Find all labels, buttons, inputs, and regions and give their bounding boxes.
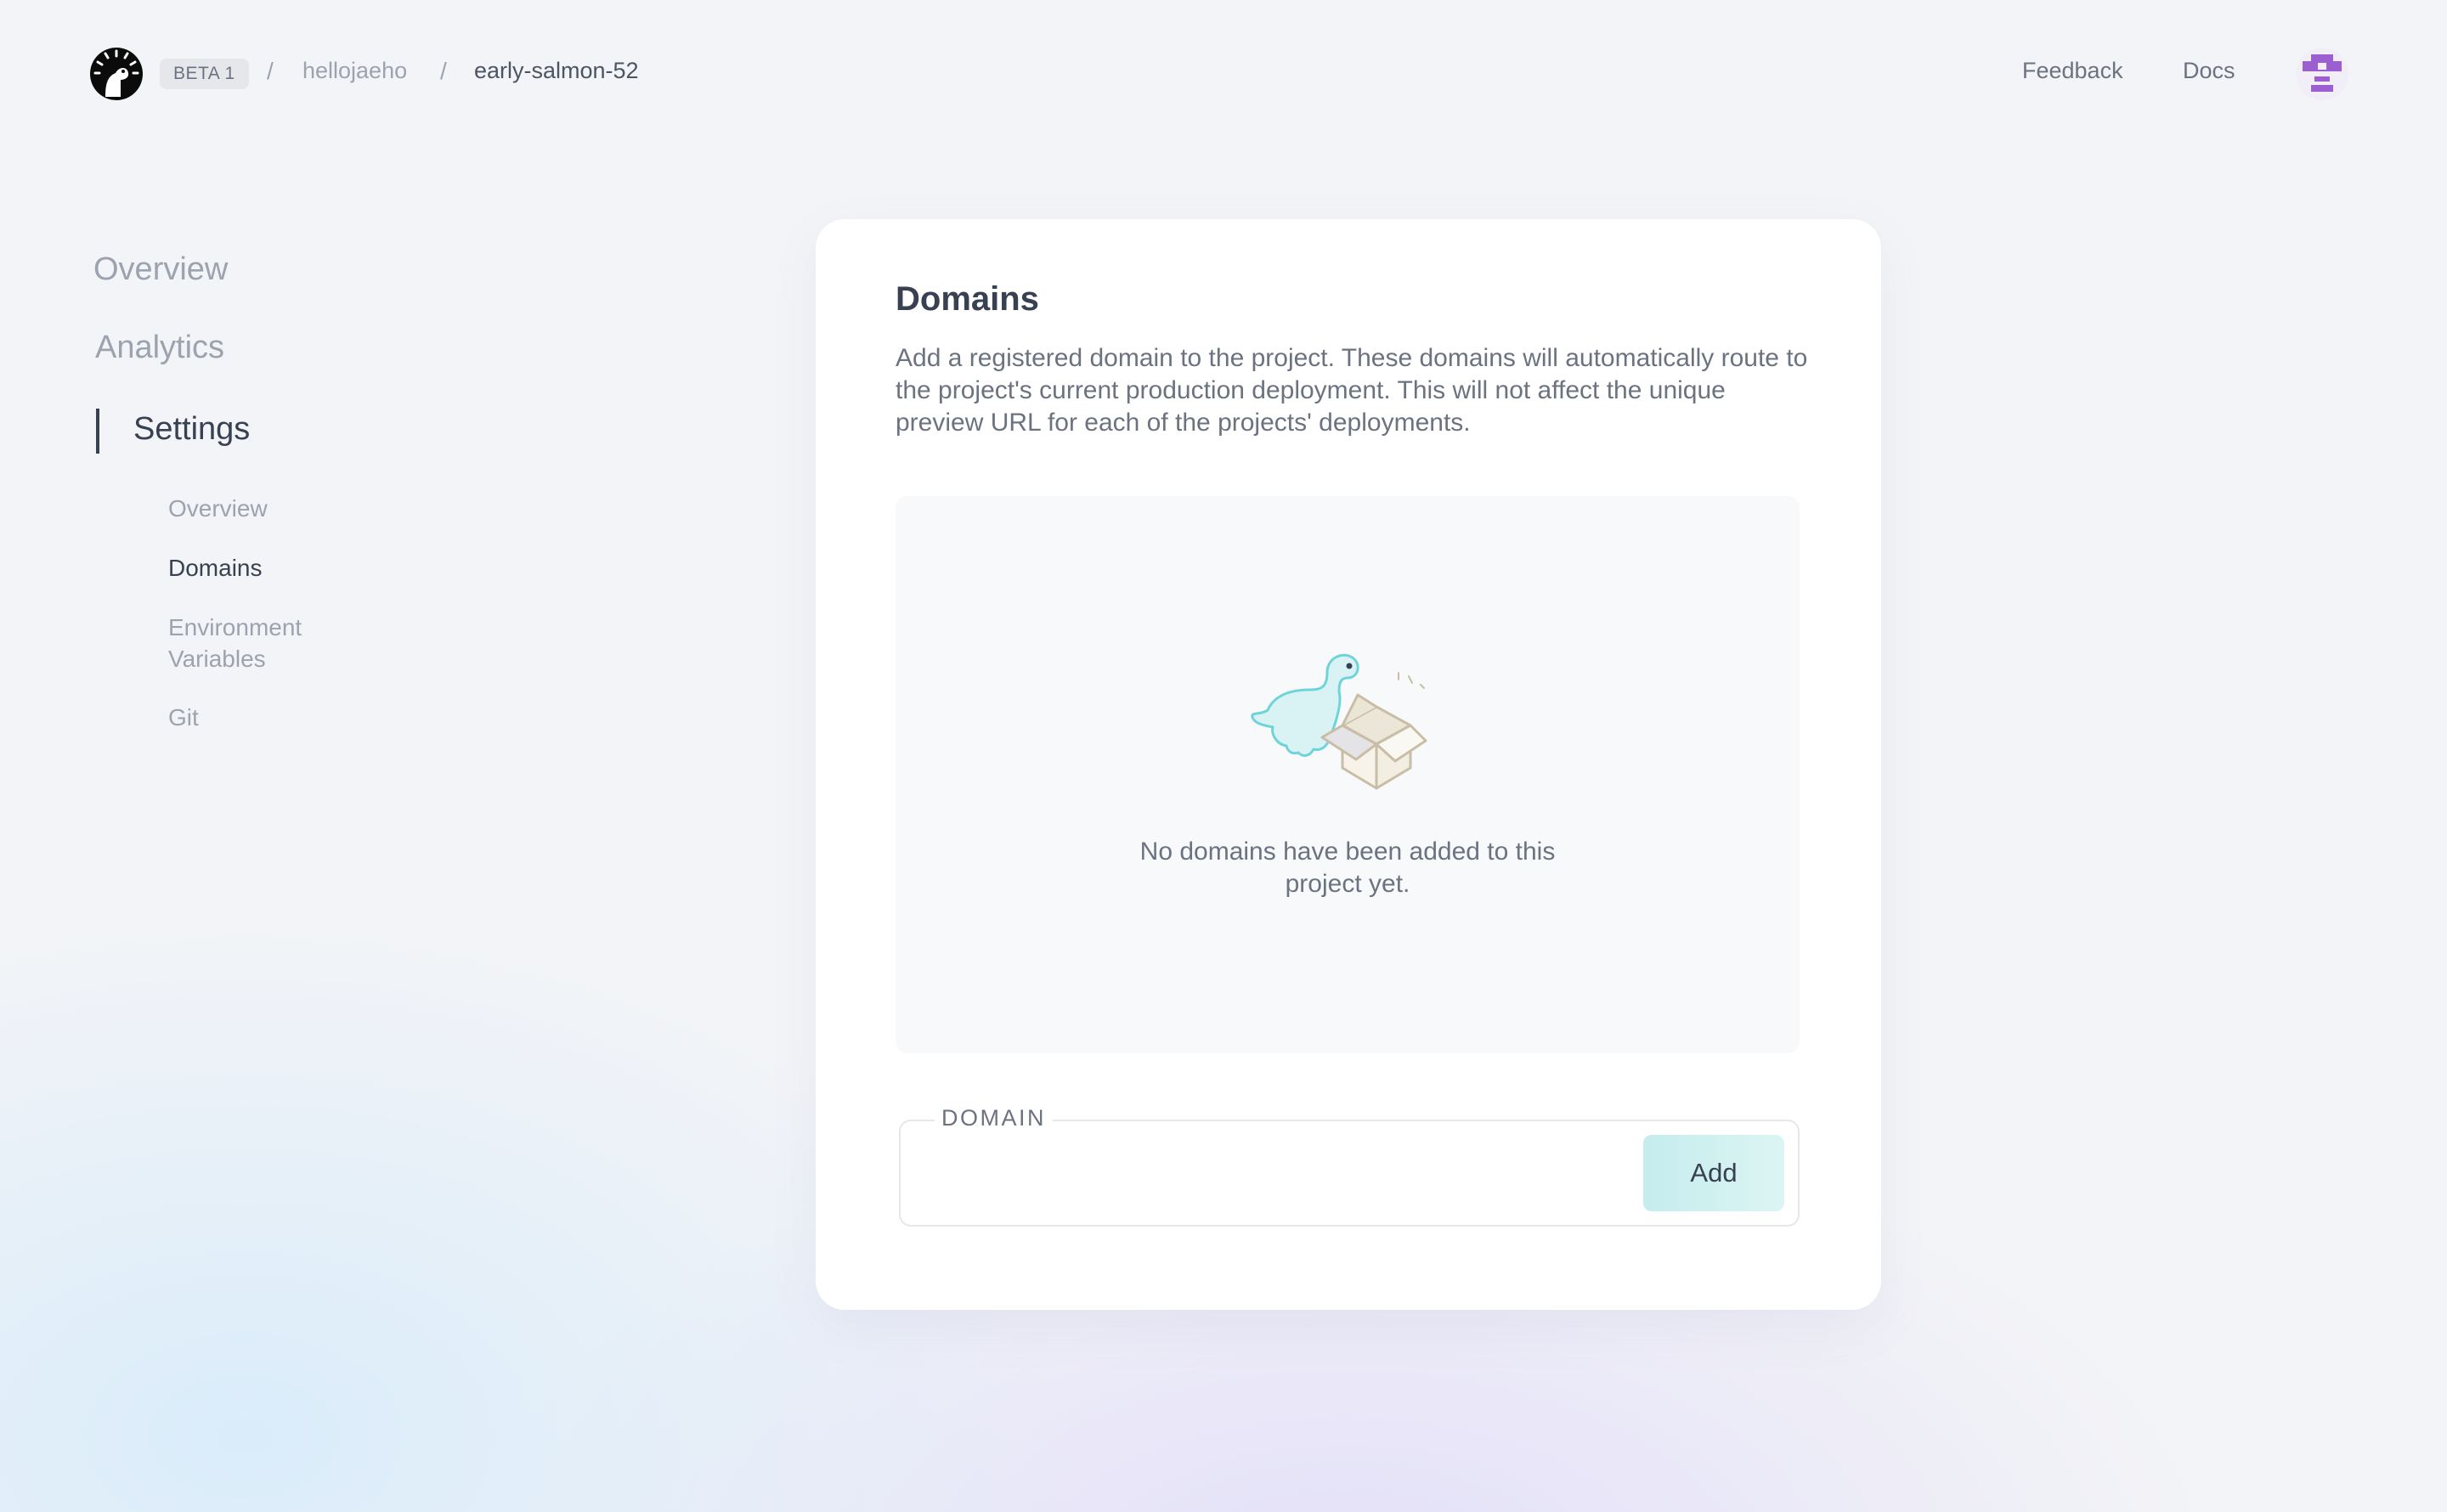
beta-badge: BETA 1 [160, 59, 249, 89]
breadcrumb-separator: / [440, 58, 447, 84]
page-title: Domains [896, 280, 1039, 318]
user-avatar[interactable] [2296, 48, 2348, 100]
empty-state: No domains have been added to this proje… [896, 496, 1800, 1053]
top-header: BETA 1 / hellojaeho / early-salmon-52 Fe… [0, 0, 2447, 144]
docs-link[interactable]: Docs [2183, 58, 2235, 84]
sidebar-item-settings[interactable]: Settings [133, 411, 250, 448]
settings-subitem-overview[interactable]: Overview [168, 493, 268, 524]
dino-with-box-illustration-icon [1251, 653, 1427, 790]
breadcrumb-user[interactable]: hellojaeho [302, 58, 407, 84]
domain-form: DOMAIN Add [899, 1105, 1800, 1227]
domains-card: Domains Add a registered domain to the p… [816, 219, 1881, 1310]
add-domain-button[interactable]: Add [1643, 1135, 1784, 1211]
feedback-link[interactable]: Feedback [2022, 58, 2123, 84]
pixel-avatar-icon [2303, 54, 2342, 92]
active-indicator [96, 409, 99, 454]
deno-logo-icon[interactable] [90, 48, 143, 100]
breadcrumb-project[interactable]: early-salmon-52 [474, 58, 639, 84]
empty-state-message: No domains have been added to this proje… [1139, 838, 1556, 898]
breadcrumb-separator: / [267, 58, 274, 84]
settings-subitem-git[interactable]: Git [168, 702, 199, 733]
domains-description: Add a registered domain to the project. … [896, 344, 1808, 437]
domain-input[interactable] [918, 1135, 1614, 1211]
settings-subitem-domains[interactable]: Domains [168, 552, 262, 584]
settings-subitem-environment-variables[interactable]: Environment Variables [168, 612, 330, 674]
sidebar-item-overview[interactable]: Overview [93, 251, 228, 288]
sidebar-item-analytics[interactable]: Analytics [95, 330, 224, 366]
domain-field-label: DOMAIN [935, 1105, 1053, 1131]
